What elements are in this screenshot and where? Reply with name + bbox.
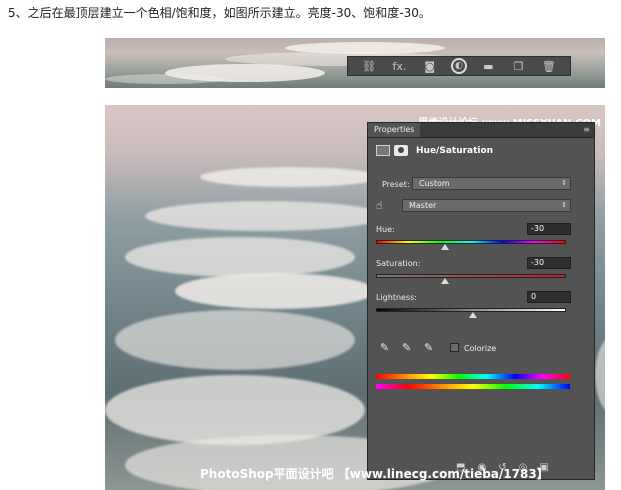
- saturation-label: Saturation:: [376, 259, 421, 268]
- lightness-input[interactable]: 0: [527, 291, 571, 303]
- properties-panel: Properties ≡ Hue/Saturation Preset: Cust…: [367, 122, 595, 480]
- adjustment-header: Hue/Saturation: [376, 145, 493, 156]
- eyedropper-minus-icon[interactable]: ✎: [424, 341, 433, 354]
- folder-icon[interactable]: ▬: [479, 60, 497, 73]
- watermark-bottom: PhotoShop平面设计吧 【www.linecg.com/tieba/178…: [200, 467, 549, 481]
- properties-tab[interactable]: Properties: [368, 123, 421, 137]
- preset-label: Preset:: [382, 180, 410, 189]
- instruction-text: 5、之后在最顶层建立一个色相/饱和度，如图所示建立。亮度-30、饱和度-30。: [8, 6, 431, 20]
- canvas-screenshot: 思缘设计论坛 www.MISSYUAN.COM Properties ≡ Hue…: [105, 105, 605, 490]
- input-color-bar: [376, 374, 570, 379]
- eyedropper-icon[interactable]: ✎: [380, 341, 389, 354]
- layer-mask-icon[interactable]: [394, 145, 408, 156]
- hue-saturation-icon[interactable]: [376, 145, 390, 156]
- hue-slider[interactable]: [376, 240, 566, 244]
- adjustment-title: Hue/Saturation: [416, 145, 494, 156]
- preset-dropdown[interactable]: Custom ⇕: [412, 177, 571, 190]
- new-layer-icon[interactable]: ❐: [510, 60, 528, 73]
- colorize-label: Colorize: [464, 344, 497, 353]
- layers-toolbar-screenshot: ⛓ fx. ◙ ◐ ▬ ❐ 🗑: [105, 38, 605, 88]
- updown-arrow-icon: ⇕: [561, 179, 567, 187]
- panel-tabbar: Properties ≡: [368, 123, 594, 138]
- hue-label: Hue:: [376, 225, 395, 234]
- channel-dropdown[interactable]: Master ⇕: [402, 199, 571, 212]
- saturation-input[interactable]: -30: [527, 257, 571, 269]
- colorize-checkbox[interactable]: [450, 343, 459, 352]
- hue-input[interactable]: -30: [527, 223, 571, 235]
- trash-icon[interactable]: 🗑: [540, 60, 558, 73]
- mask-icon[interactable]: ◙: [421, 60, 439, 73]
- output-color-bar: [376, 384, 570, 389]
- hue-slider-thumb[interactable]: [441, 244, 449, 250]
- adjustment-layer-icon[interactable]: ◐: [450, 58, 467, 74]
- saturation-slider-thumb[interactable]: [441, 278, 449, 284]
- layer-toolbar: ⛓ fx. ◙ ◐ ▬ ❐ 🗑: [347, 56, 571, 76]
- channel-value: Master: [409, 201, 437, 210]
- updown-arrow-icon: ⇕: [561, 201, 567, 209]
- eyedropper-plus-icon[interactable]: ✎: [402, 341, 411, 354]
- panel-menu-icon[interactable]: ≡: [583, 125, 590, 134]
- target-hand-icon[interactable]: ☝: [376, 199, 392, 213]
- lightness-label: Lightness:: [376, 293, 417, 302]
- link-icon[interactable]: ⛓: [360, 60, 378, 73]
- lightness-slider-thumb[interactable]: [469, 312, 477, 318]
- saturation-slider[interactable]: [376, 274, 566, 278]
- preset-value: Custom: [419, 179, 450, 188]
- fx-icon[interactable]: fx.: [390, 60, 408, 73]
